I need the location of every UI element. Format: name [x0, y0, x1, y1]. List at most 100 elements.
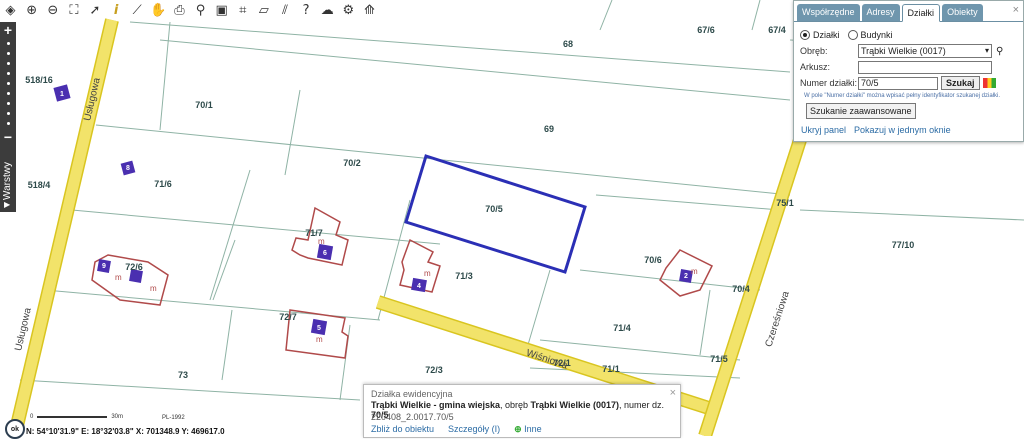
hatch-icon[interactable]: ⫽	[274, 0, 295, 20]
plus-icon: ⊕	[514, 424, 522, 434]
radio-parcels-label: Działki	[813, 30, 840, 40]
obreb-row: Obręb: Trąbki Wielkie (0017) ▾ ⚲	[794, 43, 1023, 59]
hint-text: W pole "Numer działki" można wpisać pełn…	[804, 93, 1001, 99]
tab-parcels[interactable]: Działki	[901, 4, 941, 22]
zoom-out-icon[interactable]: ⊖	[42, 0, 63, 20]
ok-button[interactable]: ok	[5, 419, 25, 439]
building-m-label: m	[318, 237, 325, 246]
pointer-icon[interactable]: ➚	[84, 0, 105, 20]
expand-arrow-icon: ▶	[4, 200, 11, 209]
building-number: 9	[102, 263, 106, 270]
search-panel: Współrzędne Adresy Działki Obiekty × Dzi…	[793, 0, 1024, 142]
parcel-label: 71/3	[455, 271, 473, 281]
popup-sep1: , obręb	[499, 400, 531, 410]
zoom-out-button[interactable]: −	[0, 129, 16, 145]
popup-links: Zbliż do obiektu Szczegóły (I) ⊕ Inne	[371, 424, 542, 435]
details-link[interactable]: Szczegóły (I)	[448, 424, 500, 435]
building-m-labels: m m m m m m	[115, 237, 698, 344]
info-icon[interactable]: i	[106, 0, 127, 20]
crop-icon[interactable]: ⌗	[232, 0, 253, 20]
scale-start: 0	[30, 414, 34, 420]
zoom-slider[interactable]	[0, 38, 16, 129]
panel-links: Ukryj panel Pokazuj w jednym oknie	[794, 121, 1023, 139]
roads	[9, 18, 807, 436]
radio-buildings[interactable]	[847, 30, 858, 40]
building-number: 1	[60, 91, 64, 98]
layers-tab[interactable]: Warstwy ▶	[0, 158, 16, 212]
parcel-label: 70/6	[644, 255, 662, 265]
parcel-label: 69	[544, 124, 554, 134]
parcel-label: 67/4	[768, 25, 786, 35]
other-link[interactable]: ⊕ Inne	[514, 424, 542, 435]
clipboard-icon[interactable]: ▣	[211, 0, 232, 20]
pin-icon[interactable]: ⚲	[190, 0, 211, 20]
building-number: 6	[323, 250, 327, 257]
tab-addresses[interactable]: Adresy	[861, 4, 900, 21]
layers-icon[interactable]: ◈	[0, 0, 21, 20]
parcel-label: 71/1	[602, 364, 620, 374]
building-number-labels: 1 8 6 4 9 5 2	[60, 91, 688, 332]
radio-parcels[interactable]	[800, 30, 810, 40]
arkusz-row: Arkusz:	[794, 59, 1023, 75]
arkusz-input[interactable]	[858, 60, 992, 74]
parcel-label: 71/5	[710, 354, 728, 364]
parcel-label: 71/4	[613, 323, 631, 333]
search-icon[interactable]: ⚲	[996, 46, 1003, 57]
highlighted-parcel[interactable]	[404, 154, 587, 274]
coordinates-readout: N: 54°10'31.9" E: 18°32'03.8" X: 701348.…	[26, 427, 225, 436]
search-type-row: Działki Budynki	[794, 27, 1023, 43]
obreb-label: Obręb:	[800, 46, 828, 56]
parcel-number-input[interactable]: 70/5	[858, 76, 938, 90]
building-m-label: m	[150, 284, 157, 293]
close-icon[interactable]: ×	[670, 387, 676, 399]
building-number: 5	[317, 325, 321, 332]
popup-obreb: Trąbki Wielkie (0017)	[530, 400, 619, 410]
panel-tabs: Współrzędne Adresy Działki Obiekty	[794, 1, 1023, 22]
measure-icon[interactable]: ⟋	[127, 0, 148, 20]
building-number: 8	[126, 165, 130, 172]
hand-icon[interactable]: ✋	[148, 0, 169, 20]
map-toolbar: ◈ ⊕ ⊖ ⛶ ➚ i ⟋ ✋ ⎙ ⚲ ▣ ⌗ ▱ ⫽ ? ☁ ⚙ ⟰	[0, 0, 380, 20]
settings-icon[interactable]: ⚙	[338, 0, 359, 20]
parcel-label: 73	[178, 370, 188, 380]
advanced-search-button[interactable]: Szukanie zaawansowane	[806, 103, 916, 119]
zoom-in-button[interactable]: +	[0, 22, 16, 38]
parcel-popup: Działka ewidencyjna × Trąbki Wielkie - g…	[363, 384, 681, 438]
color-swatch-icon[interactable]	[982, 78, 996, 88]
map-icon[interactable]: ▱	[253, 0, 274, 20]
layers-tab-label: Warstwy	[2, 162, 13, 200]
obreb-select[interactable]: Trąbki Wielkie (0017) ▾	[858, 44, 992, 58]
hide-panel-link[interactable]: Ukryj panel	[801, 125, 846, 135]
parcel-label: 72/3	[425, 365, 443, 375]
tab-coordinates[interactable]: Współrzędne	[797, 4, 860, 21]
obreb-value: Trąbki Wielkie (0017)	[861, 46, 946, 56]
tab-objects[interactable]: Obiekty	[942, 4, 983, 21]
popup-parcel-id: 220408_2.0017.70/5	[371, 412, 454, 422]
building-m-label: m	[115, 273, 122, 282]
parcel-label: 68	[563, 39, 573, 49]
single-window-link[interactable]: Pokazuj w jednym oknie	[854, 125, 951, 135]
building-number: 2	[684, 273, 688, 280]
cloud-icon[interactable]: ☁	[317, 0, 338, 20]
scale-mid: 30m	[111, 414, 124, 420]
zoom-in-icon[interactable]: ⊕	[21, 0, 42, 20]
street-labels: UsługowaUsługowaWiśniowaCzereśniowa	[13, 76, 792, 371]
scale-bar: 0 30m	[30, 414, 123, 420]
zoom-to-object-link[interactable]: Zbliż do obiektu	[371, 424, 434, 435]
parcel-label: 518/16	[25, 75, 53, 85]
road-icon[interactable]: ⟰	[359, 0, 380, 20]
close-icon[interactable]: ×	[1013, 4, 1019, 16]
parcel-label: 72/7	[279, 312, 297, 322]
other-link-label: Inne	[524, 424, 542, 434]
building-markers	[53, 84, 693, 336]
street-label: Czereśniowa	[763, 290, 791, 349]
radio-buildings-label: Budynki	[860, 30, 893, 40]
parcel-label: 67/6	[697, 25, 715, 35]
search-button[interactable]: Szukaj	[941, 76, 980, 90]
help-icon[interactable]: ?	[296, 0, 317, 20]
popup-title: Działka ewidencyjna	[371, 389, 453, 399]
parcel-label: 70/1	[195, 100, 213, 110]
print-icon[interactable]: ⎙	[169, 0, 190, 20]
popup-sep2: , numer dz.	[618, 400, 665, 410]
zoom-extent-icon[interactable]: ⛶	[63, 0, 84, 20]
